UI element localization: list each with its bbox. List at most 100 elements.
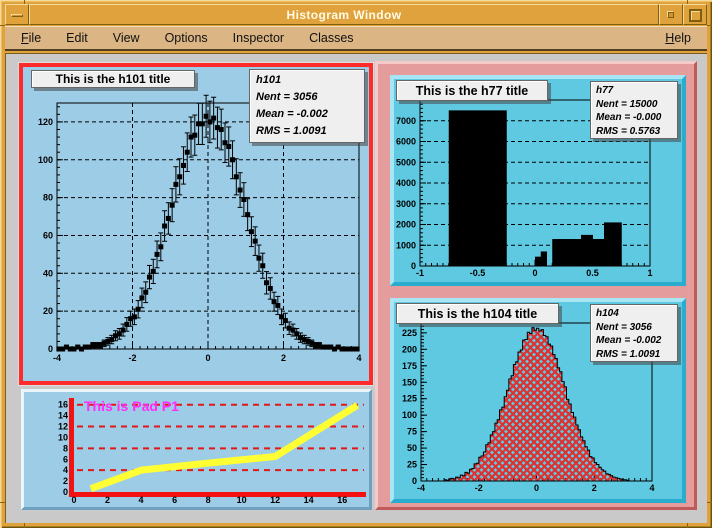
svg-text:150: 150 bbox=[402, 377, 417, 387]
stats-line: Mean = -0.002 bbox=[256, 106, 358, 123]
svg-text:16: 16 bbox=[337, 495, 347, 505]
menu-item-classes[interactable]: Classes bbox=[309, 31, 353, 45]
h77-stats-box[interactable]: h77 Nent = 15000 Mean = -0.000 RMS = 0.5… bbox=[590, 81, 678, 139]
svg-text:0: 0 bbox=[48, 344, 53, 354]
stats-line: Nent = 15000 bbox=[596, 98, 672, 112]
svg-text:0.5: 0.5 bbox=[586, 268, 599, 278]
svg-text:125: 125 bbox=[402, 394, 417, 404]
svg-text:0: 0 bbox=[63, 487, 68, 497]
h104-title: This is the h104 title bbox=[418, 307, 537, 321]
svg-text:75: 75 bbox=[407, 427, 417, 437]
svg-text:10: 10 bbox=[237, 495, 247, 505]
svg-text:60: 60 bbox=[43, 230, 53, 240]
stats-line: Nent = 3056 bbox=[596, 321, 672, 335]
svg-text:-2: -2 bbox=[128, 353, 136, 363]
svg-text:175: 175 bbox=[402, 361, 417, 371]
svg-text:14: 14 bbox=[58, 411, 68, 421]
svg-text:2: 2 bbox=[281, 353, 286, 363]
svg-text:5000: 5000 bbox=[396, 157, 416, 167]
svg-text:4: 4 bbox=[356, 353, 361, 363]
h77-title: This is the h77 title bbox=[416, 84, 529, 98]
svg-text:-2: -2 bbox=[475, 483, 483, 493]
window-title-area[interactable]: Histogram Window bbox=[29, 4, 659, 25]
svg-text:4: 4 bbox=[63, 465, 68, 475]
svg-text:7000: 7000 bbox=[396, 116, 416, 126]
minimize-button[interactable] bbox=[659, 4, 683, 25]
stats-line: Mean = -0.000 bbox=[596, 111, 672, 125]
h101-title-box[interactable]: This is the h101 title bbox=[31, 70, 195, 88]
svg-text:2000: 2000 bbox=[396, 220, 416, 230]
chart-p1: 02468101214160246810121416 bbox=[24, 392, 369, 507]
svg-text:0: 0 bbox=[532, 268, 537, 278]
pad-h77[interactable]: -1-0.500.5101000200030004000500060007000… bbox=[390, 75, 686, 286]
h101-stats-box[interactable]: h101 Nent = 3056 Mean = -0.002 RMS = 1.0… bbox=[249, 69, 365, 143]
h101-title: This is the h101 title bbox=[56, 72, 171, 86]
svg-text:2: 2 bbox=[105, 495, 110, 505]
svg-text:1000: 1000 bbox=[396, 240, 416, 250]
stats-line: RMS = 1.0091 bbox=[256, 123, 358, 140]
svg-text:80: 80 bbox=[43, 193, 53, 203]
maximize-button[interactable] bbox=[683, 4, 707, 25]
window-menu-dash-icon bbox=[11, 14, 23, 17]
svg-text:50: 50 bbox=[407, 443, 417, 453]
menu-item-options[interactable]: Options bbox=[165, 31, 208, 45]
svg-text:100: 100 bbox=[402, 410, 417, 420]
stats-line: h101 bbox=[256, 72, 358, 89]
svg-text:8: 8 bbox=[63, 443, 68, 453]
svg-text:40: 40 bbox=[43, 268, 53, 278]
stats-line: RMS = 0.5763 bbox=[596, 125, 672, 139]
svg-text:10: 10 bbox=[58, 432, 68, 442]
canvas-area[interactable]: -4-2024020406080100120 This is the h101 … bbox=[5, 53, 707, 523]
pad-p1[interactable]: 02468101214160246810121416 This is Pad P… bbox=[21, 389, 372, 510]
h104-title-box[interactable]: This is the h104 title bbox=[396, 303, 559, 324]
pad-right-panel[interactable]: -1-0.500.5101000200030004000500060007000… bbox=[375, 61, 697, 510]
svg-text:12: 12 bbox=[270, 495, 280, 505]
h77-title-box[interactable]: This is the h77 title bbox=[396, 80, 548, 101]
svg-text:4: 4 bbox=[649, 483, 654, 493]
titlebar[interactable]: Histogram Window bbox=[5, 4, 707, 25]
stats-line: h104 bbox=[596, 307, 672, 321]
maximize-icon bbox=[689, 9, 702, 22]
svg-text:0: 0 bbox=[71, 495, 76, 505]
menu-item-file[interactable]: File bbox=[21, 31, 41, 45]
frame-notch bbox=[24, 523, 25, 528]
frame-notch bbox=[687, 523, 688, 528]
stats-line: Mean = -0.002 bbox=[596, 334, 672, 348]
svg-text:0: 0 bbox=[412, 476, 417, 486]
svg-text:20: 20 bbox=[43, 306, 53, 316]
menu-item-inspector[interactable]: Inspector bbox=[233, 31, 284, 45]
stats-line: h77 bbox=[596, 84, 672, 98]
svg-text:-4: -4 bbox=[417, 483, 425, 493]
svg-text:6: 6 bbox=[63, 454, 68, 464]
svg-text:-1: -1 bbox=[416, 268, 424, 278]
svg-text:3000: 3000 bbox=[396, 199, 416, 209]
menubar: File Edit View Options Inspector Classes… bbox=[5, 26, 707, 51]
menu-item-view[interactable]: View bbox=[113, 31, 140, 45]
h104-stats-box[interactable]: h104 Nent = 3056 Mean = -0.002 RMS = 1.0… bbox=[590, 304, 678, 362]
svg-text:4: 4 bbox=[139, 495, 144, 505]
menu-item-edit[interactable]: Edit bbox=[66, 31, 88, 45]
stats-line: RMS = 1.0091 bbox=[596, 348, 672, 362]
svg-text:6000: 6000 bbox=[396, 137, 416, 147]
menu-item-help[interactable]: Help bbox=[665, 31, 691, 45]
svg-text:120: 120 bbox=[38, 117, 53, 127]
svg-text:25: 25 bbox=[407, 460, 417, 470]
svg-text:225: 225 bbox=[402, 328, 417, 338]
window-title: Histogram Window bbox=[287, 8, 402, 22]
pad-h101[interactable]: -4-2024020406080100120 This is the h101 … bbox=[19, 63, 373, 385]
svg-text:4000: 4000 bbox=[396, 178, 416, 188]
svg-text:14: 14 bbox=[304, 495, 314, 505]
stats-line: Nent = 3056 bbox=[256, 89, 358, 106]
svg-text:0: 0 bbox=[411, 261, 416, 271]
svg-text:0: 0 bbox=[205, 353, 210, 363]
pad-h104[interactable]: -4-20240255075100125150175200225 This is… bbox=[390, 298, 686, 503]
frame-notch bbox=[707, 25, 712, 26]
frame-notch bbox=[707, 502, 712, 503]
window-menu-button[interactable] bbox=[5, 4, 29, 25]
svg-text:6: 6 bbox=[172, 495, 177, 505]
svg-text:0: 0 bbox=[534, 483, 539, 493]
window-frame: Histogram Window File Edit View Options … bbox=[0, 0, 712, 528]
svg-text:12: 12 bbox=[58, 422, 68, 432]
svg-text:16: 16 bbox=[58, 400, 68, 410]
svg-text:100: 100 bbox=[38, 155, 53, 165]
